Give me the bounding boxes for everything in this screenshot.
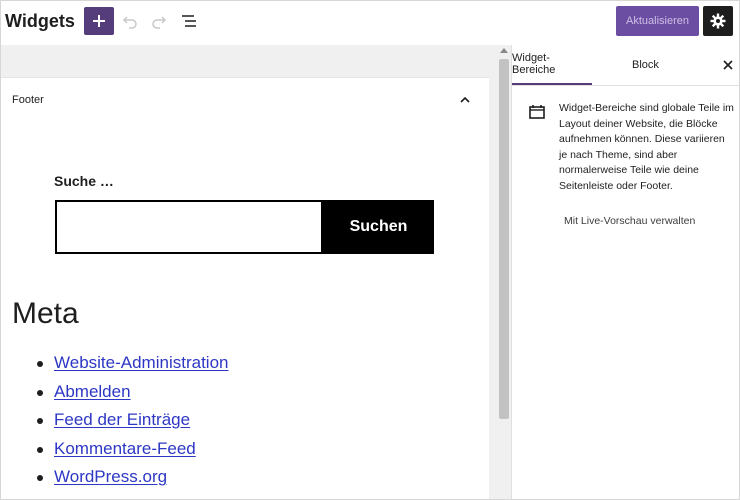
- search-input[interactable]: [55, 200, 323, 254]
- meta-link-entries-feed[interactable]: Feed der Einträge: [54, 410, 190, 429]
- redo-button[interactable]: [147, 9, 171, 33]
- bullet: [37, 475, 43, 481]
- undo-icon: [122, 16, 137, 29]
- canvas-scrollbar[interactable]: [497, 45, 511, 499]
- list-view-button[interactable]: [177, 9, 201, 33]
- meta-link-logout[interactable]: Abmelden: [54, 382, 131, 401]
- bullet: [37, 446, 43, 453]
- footer-widget-area[interactable]: Footer Suche … Suchen Meta Website-Admin…: [1, 77, 489, 499]
- list-view-icon: [182, 15, 196, 27]
- list-item: Kommentare-Feed: [37, 439, 228, 468]
- close-sidebar-button[interactable]: [720, 57, 736, 73]
- widget-area-title: Footer: [12, 94, 44, 106]
- meta-heading: Meta: [12, 297, 79, 330]
- list-item: Feed der Einträge: [37, 410, 228, 439]
- plus-icon: [93, 15, 105, 27]
- scroll-up-arrow[interactable]: [500, 48, 508, 53]
- search-button[interactable]: Suchen: [323, 200, 434, 254]
- live-preview-link[interactable]: Mit Live-Vorschau verwalten: [564, 215, 695, 227]
- scrollbar-thumb[interactable]: [499, 59, 509, 419]
- meta-links-list: Website-Administration Abmelden Feed der…: [37, 353, 228, 496]
- list-item: Website-Administration: [37, 353, 228, 382]
- widget-areas-icon: [528, 103, 546, 121]
- page-title: Widgets: [5, 11, 75, 31]
- sidebar-tabs: Widget-Bereiche Block: [512, 45, 739, 86]
- close-icon: [723, 60, 733, 70]
- editor-canvas: Footer Suche … Suchen Meta Website-Admin…: [1, 45, 497, 499]
- meta-link-wordpress-org[interactable]: WordPress.org: [54, 467, 167, 486]
- search-block-label: Suche …: [54, 173, 114, 189]
- widgets-editor: Widgets Aktualisieren Footer Suche … Suc…: [0, 0, 740, 500]
- meta-link-site-admin[interactable]: Website-Administration: [54, 353, 228, 372]
- bullet: [37, 418, 43, 424]
- gear-icon: [710, 13, 726, 29]
- collapse-button[interactable]: [457, 92, 473, 108]
- bullet: [37, 361, 43, 367]
- undo-button[interactable]: [118, 9, 142, 33]
- add-block-button[interactable]: [84, 7, 114, 35]
- settings-button[interactable]: [703, 6, 733, 36]
- bullet: [37, 389, 43, 396]
- redo-icon: [152, 16, 167, 29]
- list-item: WordPress.org: [37, 467, 228, 496]
- update-button[interactable]: Aktualisieren: [616, 6, 699, 36]
- top-toolbar: Widgets Aktualisieren: [1, 1, 739, 45]
- tab-block[interactable]: Block: [632, 45, 659, 85]
- tab-widget-areas[interactable]: Widget-Bereiche: [512, 45, 592, 85]
- list-item: Abmelden: [37, 382, 228, 411]
- meta-link-comments-feed[interactable]: Kommentare-Feed: [54, 439, 196, 458]
- settings-sidebar: Widget-Bereiche Block Widget-Bereiche si…: [511, 45, 739, 499]
- chevron-up-icon: [460, 96, 470, 103]
- widget-areas-description: Widget-Bereiche sind globale Teile im La…: [559, 102, 734, 192]
